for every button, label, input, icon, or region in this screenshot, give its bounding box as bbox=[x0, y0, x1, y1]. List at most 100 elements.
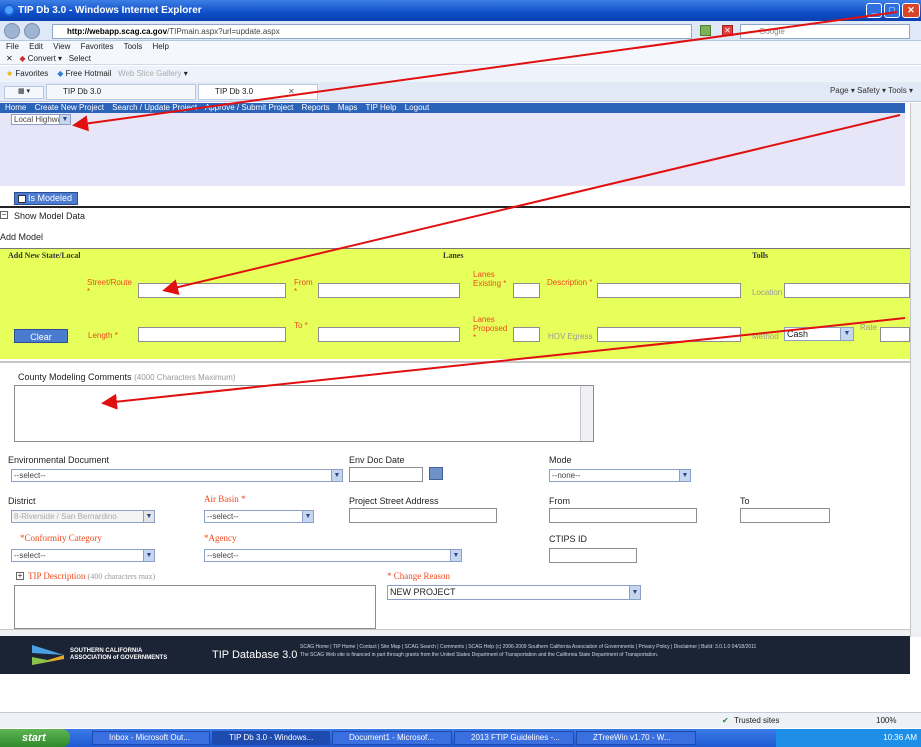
district-select[interactable]: 8-Riverside / San Bernardino ▼ bbox=[11, 510, 155, 523]
task-ztreewin[interactable]: ZTreeWin v1.70 - W... bbox=[576, 731, 696, 745]
webslice-link[interactable]: Web Slice Gallery bbox=[118, 69, 181, 78]
close-button[interactable]: ✕ bbox=[902, 3, 920, 18]
env-doc-label: Environmental Document bbox=[8, 455, 110, 465]
window-title-bar: TIP Db 3.0 - Windows Internet Explorer _… bbox=[0, 0, 921, 21]
system-tray: 10:36 AM bbox=[776, 729, 921, 747]
stop-icon[interactable]: ✕ bbox=[722, 25, 733, 36]
rate-input[interactable] bbox=[880, 327, 910, 342]
street-route-input[interactable] bbox=[138, 283, 286, 298]
task-ftip-guidelines[interactable]: 2013 FTIP Guidelines -... bbox=[454, 731, 574, 745]
hov-egress-label: HOV Egress bbox=[548, 332, 593, 341]
task-tip-db-ie[interactable]: TIP Db 3.0 - Windows... bbox=[212, 731, 330, 745]
from-input[interactable] bbox=[318, 283, 460, 298]
clear-button[interactable]: Clear bbox=[14, 329, 68, 343]
menu-edit[interactable]: Edit bbox=[29, 42, 43, 51]
district-label: District bbox=[8, 496, 36, 506]
tab-close-icon[interactable]: ✕ bbox=[288, 87, 295, 96]
county-comments-textarea[interactable] bbox=[14, 385, 594, 442]
trusted-check-icon: ✔ bbox=[722, 716, 729, 725]
lanes-proposed-input[interactable] bbox=[513, 327, 540, 342]
is-modeled-button[interactable]: Is Modeled bbox=[14, 192, 78, 205]
menu-favorites[interactable]: Favorites bbox=[81, 42, 114, 51]
from-address-input[interactable] bbox=[549, 508, 697, 523]
tolls-heading: Tolls bbox=[752, 251, 769, 260]
length-input[interactable] bbox=[138, 327, 286, 342]
air-basin-select[interactable]: --select-- ▼ bbox=[204, 510, 314, 523]
to-input[interactable] bbox=[318, 327, 460, 342]
location-input[interactable] bbox=[784, 283, 910, 298]
menu-tools[interactable]: Tools bbox=[124, 42, 143, 51]
collapse-icon[interactable]: − bbox=[0, 211, 8, 219]
command-bar[interactable]: Page ▾ Safety ▾ Tools ▾ bbox=[830, 86, 913, 95]
show-model-data-link[interactable]: Show Model Data bbox=[14, 211, 85, 221]
chevron-down-icon: ▼ bbox=[143, 511, 154, 522]
back-icon[interactable] bbox=[4, 23, 20, 39]
page-vertical-scrollbar[interactable] bbox=[910, 103, 921, 637]
nav-maps[interactable]: Maps bbox=[338, 103, 358, 112]
tip-description-textarea[interactable] bbox=[14, 585, 376, 629]
street-route-label: Street/Route * bbox=[87, 278, 132, 296]
zoom-level[interactable]: 100% bbox=[876, 713, 896, 729]
favorites-bar: ★ Favorites ◆ Free Hotmail Web Slice Gal… bbox=[0, 66, 921, 82]
tab-tip-db-2[interactable]: TIP Db 3.0 bbox=[198, 84, 318, 100]
maximize-button[interactable]: □ bbox=[884, 3, 900, 18]
is-modeled-checkbox[interactable] bbox=[18, 194, 26, 203]
hov-egress-input[interactable] bbox=[597, 327, 741, 342]
convert-button[interactable]: Convert bbox=[28, 54, 56, 63]
favorites-star-icon: ★ bbox=[6, 69, 14, 78]
quick-tabs-icon[interactable]: ▦ ▾ bbox=[4, 86, 44, 99]
nav-approve-submit-project[interactable]: Approve / Submit Project bbox=[205, 103, 293, 112]
start-button[interactable]: start bbox=[0, 729, 70, 747]
method-select[interactable]: Cash ▼ bbox=[784, 327, 854, 341]
nav-tip-help[interactable]: TIP Help bbox=[366, 103, 397, 112]
hotmail-link[interactable]: Free Hotmail bbox=[66, 69, 112, 78]
scag-org-name: SOUTHERN CALIFORNIA ASSOCIATION of GOVERN… bbox=[70, 648, 168, 661]
air-basin-label: Air Basin * bbox=[204, 494, 246, 504]
nav-create-new-project[interactable]: Create New Project bbox=[35, 103, 104, 112]
env-doc-select[interactable]: --select-- ▼ bbox=[11, 469, 343, 482]
lanes-proposed-label: Lanes Proposed * bbox=[473, 315, 508, 342]
nav-logout[interactable]: Logout bbox=[405, 103, 429, 112]
expand-icon[interactable]: + bbox=[16, 572, 24, 580]
nav-search-update-project[interactable]: Search / Update Project bbox=[112, 103, 197, 112]
select-button[interactable]: Select bbox=[69, 54, 91, 63]
to-address-input[interactable] bbox=[740, 508, 830, 523]
minimize-button[interactable]: _ bbox=[866, 3, 882, 18]
env-doc-date-input[interactable] bbox=[349, 467, 423, 482]
forward-icon[interactable] bbox=[24, 23, 40, 39]
site-footer: SOUTHERN CALIFORNIA ASSOCIATION of GOVERN… bbox=[0, 636, 910, 674]
task-inbox-outlook[interactable]: Inbox - Microsoft Out... bbox=[92, 731, 210, 745]
nav-reports[interactable]: Reports bbox=[302, 103, 330, 112]
footer-links[interactable]: SCAG Home | TIP Home | Contact | Site Ma… bbox=[300, 643, 900, 651]
description-label: Description * bbox=[547, 278, 593, 287]
search-field[interactable]: Google bbox=[740, 24, 910, 39]
comments-scrollbar[interactable] bbox=[580, 386, 593, 441]
lanes-existing-input[interactable] bbox=[513, 283, 540, 298]
close-toolbar-icon[interactable]: ✕ bbox=[6, 54, 17, 63]
mode-select[interactable]: --none-- ▼ bbox=[549, 469, 691, 482]
agency-select[interactable]: --select-- ▼ bbox=[204, 549, 462, 562]
description-input[interactable] bbox=[597, 283, 741, 298]
to-label: To * bbox=[294, 321, 308, 330]
change-reason-select[interactable]: NEW PROJECT ▼ bbox=[387, 585, 641, 600]
nav-home[interactable]: Home bbox=[5, 103, 26, 112]
windows-taskbar: start Inbox - Microsoft Out... TIP Db 3.… bbox=[0, 729, 921, 747]
to-address-label: To bbox=[740, 496, 750, 506]
ctips-input[interactable] bbox=[549, 548, 637, 563]
menu-view[interactable]: View bbox=[53, 42, 70, 51]
from-label: From * bbox=[294, 278, 313, 296]
clock[interactable]: 10:36 AM bbox=[883, 733, 917, 742]
street-address-input[interactable] bbox=[349, 508, 497, 523]
menu-help[interactable]: Help bbox=[153, 42, 169, 51]
street-address-label: Project Street Address bbox=[349, 496, 439, 506]
refresh-icon[interactable] bbox=[700, 25, 711, 36]
address-field[interactable]: http://webapp.scag.ca.gov/TIPmain.aspx?u… bbox=[52, 24, 692, 39]
favorites-button[interactable]: Favorites bbox=[15, 69, 48, 78]
program-select[interactable]: Local Highway ▼ bbox=[11, 114, 71, 125]
tab-tip-db-1[interactable]: TIP Db 3.0 bbox=[46, 84, 196, 100]
calendar-icon[interactable] bbox=[429, 467, 443, 480]
task-document1-word[interactable]: Document1 - Microsof... bbox=[332, 731, 452, 745]
chevron-down-icon: ▼ bbox=[302, 511, 313, 522]
conformity-select[interactable]: --select-- ▼ bbox=[11, 549, 155, 562]
menu-file[interactable]: File bbox=[6, 42, 19, 51]
